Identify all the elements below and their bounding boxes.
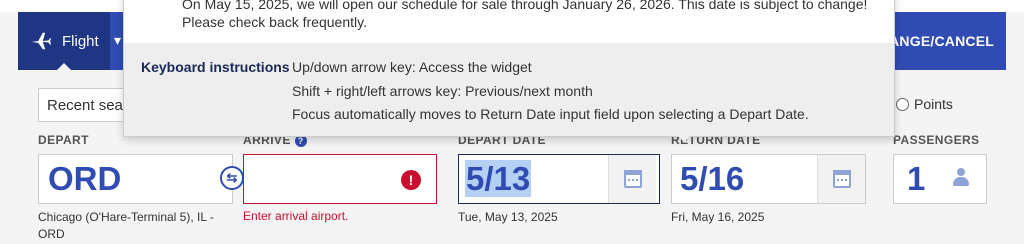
tab-flight-label: Flight: [62, 32, 99, 50]
depart-airport-value: ORD: [48, 160, 122, 197]
tooltip-message-area: On May 15, 2025, we will open our schedu…: [124, 0, 894, 43]
passengers-label: PASSENGERS: [893, 133, 980, 147]
next-tab-icon[interactable]: ▾: [114, 32, 121, 49]
swap-icon: ⇆: [226, 170, 238, 185]
depart-label: DEPART: [38, 133, 89, 147]
date-picker-tooltip: On May 15, 2025, we will open our schedu…: [123, 0, 895, 142]
passengers-value: 1: [907, 160, 926, 197]
return-date-value: 5/16: [680, 160, 745, 197]
depart-calendar-button[interactable]: [608, 155, 656, 203]
depart-airport-detail: Chicago (O'Hare-Terminal 5), IL - ORD: [38, 210, 214, 241]
person-icon: [951, 168, 971, 188]
radio-circle-icon[interactable]: [896, 97, 909, 111]
depart-date-detail: Tue, May 13, 2025: [458, 210, 558, 224]
keyboard-instruction-line: Shift + right/left arrows key: Previous/…: [292, 83, 593, 99]
error-icon: !: [401, 170, 421, 190]
calendar-icon: [623, 170, 642, 188]
return-calendar-button[interactable]: [817, 155, 865, 203]
depart-date-value: 5/13: [465, 160, 532, 198]
keyboard-instruction-line: Focus automatically moves to Return Date…: [292, 106, 809, 122]
keyboard-instruction-line: Up/down arrow key: Access the widget: [292, 59, 532, 75]
depart-date-selected-text: 5/13: [465, 160, 532, 197]
return-date-detail: Fri, May 16, 2025: [671, 210, 765, 224]
airplane-icon: [31, 32, 52, 50]
keyboard-instructions-title: Keyboard instructions: [141, 59, 290, 75]
tab-flight[interactable]: Flight: [18, 12, 110, 70]
points-label: Points: [914, 96, 953, 112]
schedule-notice: On May 15, 2025, we will open our schedu…: [182, 0, 868, 30]
tooltip-caret: [674, 132, 694, 142]
swap-airports-button[interactable]: ⇆: [220, 166, 244, 190]
calendar-icon: [832, 170, 851, 188]
arrive-error-message: Enter arrival airport.: [243, 209, 349, 223]
points-radio[interactable]: Points: [896, 96, 953, 112]
